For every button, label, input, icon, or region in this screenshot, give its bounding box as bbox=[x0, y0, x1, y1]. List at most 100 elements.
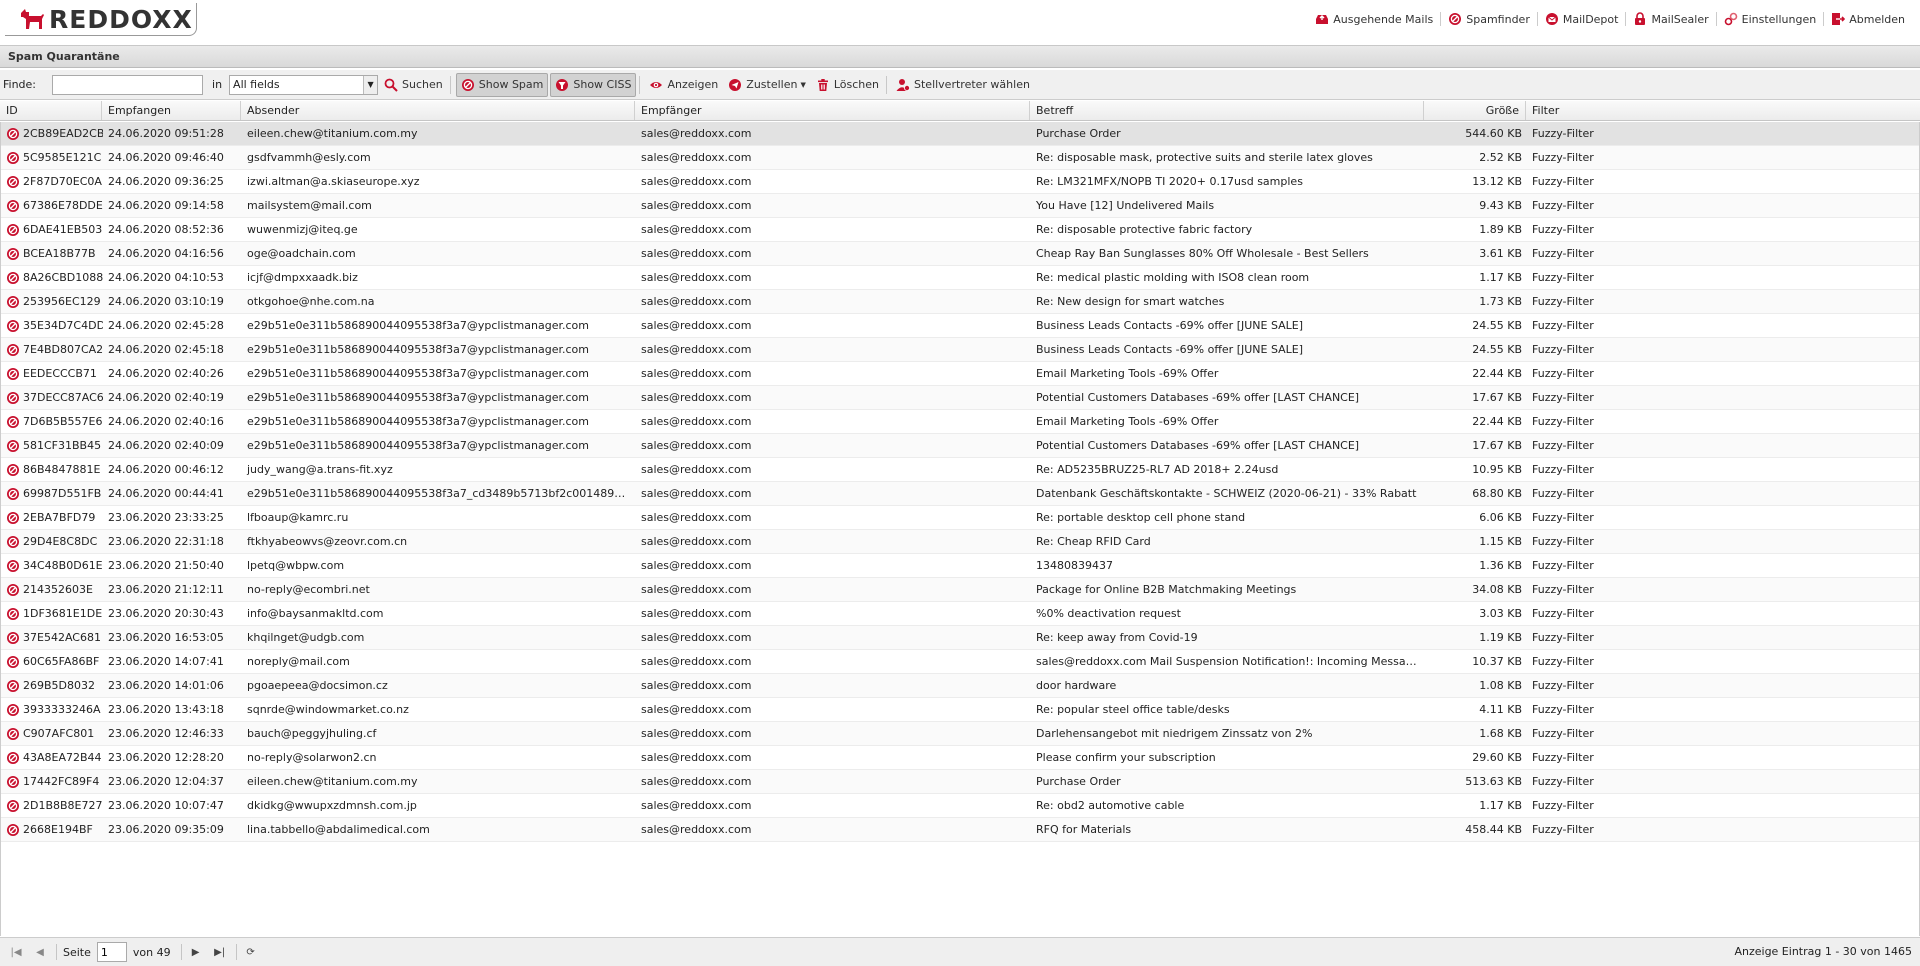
table-row[interactable]: 2CB89EAD2CB 24.06.2020 09:51:28 eileen.che… bbox=[1, 122, 1919, 146]
sender-cell: dkidkg@wwupxzdmnsh.com.jp bbox=[247, 799, 417, 812]
column-header-id[interactable]: ID bbox=[0, 101, 102, 120]
table-row[interactable]: 253956EC129 24.06.2020 03:10:19 otkgohoe@n… bbox=[1, 290, 1919, 314]
table-row[interactable]: BCEA18B77B 24.06.2020 04:16:56 oge@oadchai… bbox=[1, 242, 1919, 266]
view-button[interactable]: Anzeigen bbox=[645, 73, 722, 97]
sender-cell: e29b51e0e311b586890044095538f3a7_cd3489b… bbox=[247, 487, 636, 500]
subject-cell: Re: popular steel office table/desks bbox=[1036, 703, 1230, 716]
filter-cell: Fuzzy-Filter bbox=[1532, 439, 1594, 452]
table-row[interactable]: 67386E78DDE 24.06.2020 09:14:58 mailsystem… bbox=[1, 194, 1919, 218]
search-button[interactable]: Suchen bbox=[380, 73, 447, 97]
chevron-down-icon[interactable]: ▼ bbox=[363, 75, 378, 94]
table-row[interactable]: 2EBA7BFD79 23.06.2020 23:33:25 lfboaup@kam… bbox=[1, 506, 1919, 530]
table-row[interactable]: 43A8EA72B44 23.06.2020 12:28:20 no-reply@s… bbox=[1, 746, 1919, 770]
table-row[interactable]: 17442FC89F4 23.06.2020 12:04:37 eileen.che… bbox=[1, 770, 1919, 794]
field-select[interactable]: All fields ▼ bbox=[229, 74, 379, 95]
sender-cell: wuwenmizj@iteq.ge bbox=[247, 223, 358, 236]
table-row[interactable]: 2668E194BF 23.06.2020 09:35:09 lina.tabbel… bbox=[1, 818, 1919, 842]
table-row[interactable]: 69987D551FB 24.06.2020 00:44:41 e29b51e0e3… bbox=[1, 482, 1919, 506]
table-row[interactable]: 7E4BD807CA2 24.06.2020 02:45:18 e29b51e0e3… bbox=[1, 338, 1919, 362]
nav-outgoing-mails[interactable]: Ausgehende Mails bbox=[1308, 12, 1440, 26]
deliver-button[interactable]: Zustellen ▼ bbox=[724, 73, 810, 97]
table-row[interactable]: 86B4847881E 24.06.2020 00:46:12 judy_wang@… bbox=[1, 458, 1919, 482]
first-page-icon[interactable]: |◀ bbox=[8, 944, 24, 960]
column-header-recipient[interactable]: Empfänger bbox=[635, 101, 1030, 120]
message-id-text: 2D1B8B8E727 bbox=[23, 799, 103, 812]
spam-icon bbox=[7, 463, 19, 476]
table-row[interactable]: 34C48B0D61E 23.06.2020 21:50:40 lpetq@wbpw… bbox=[1, 554, 1919, 578]
previous-page-icon[interactable]: ◀ bbox=[32, 944, 48, 960]
size-cell: 22.44 KB bbox=[1472, 367, 1522, 380]
user-icon bbox=[896, 78, 910, 91]
nav-spamfinder[interactable]: Spamfinder bbox=[1441, 12, 1537, 26]
column-header-received[interactable]: Empfangen bbox=[102, 101, 241, 120]
column-header-filter[interactable]: Filter bbox=[1526, 101, 1920, 120]
sender-cell: e29b51e0e311b586890044095538f3a7@ypclist… bbox=[247, 415, 589, 428]
spam-icon bbox=[7, 151, 19, 164]
choose-deputy-button[interactable]: Stellvertreter wählen bbox=[892, 73, 1034, 97]
table-row[interactable]: C907AFC801 23.06.2020 12:46:33 bauch@peggy… bbox=[1, 722, 1919, 746]
column-header-size[interactable]: Größe bbox=[1424, 101, 1526, 120]
received-date-cell: 24.06.2020 02:40:19 bbox=[108, 391, 224, 404]
message-id-text: 17442FC89F4 bbox=[23, 775, 100, 788]
recipient-cell: sales@reddoxx.com bbox=[641, 247, 752, 260]
delete-button[interactable]: Löschen bbox=[812, 73, 883, 97]
message-id-cell: 6DAE41EB503 bbox=[1, 223, 103, 237]
column-header-sender[interactable]: Absender bbox=[241, 101, 635, 120]
table-row[interactable]: 214352603E 23.06.2020 21:12:11 no-reply@ec… bbox=[1, 578, 1919, 602]
table-row[interactable]: 581CF31BB45 24.06.2020 02:40:09 e29b51e0e3… bbox=[1, 434, 1919, 458]
filter-cell: Fuzzy-Filter bbox=[1532, 247, 1594, 260]
nav-logout[interactable]: Abmelden bbox=[1824, 12, 1912, 26]
show-spam-toggle[interactable]: Show Spam bbox=[455, 72, 549, 97]
table-row[interactable]: EEDECCCB71 24.06.2020 02:40:26 e29b51e0e31… bbox=[1, 362, 1919, 386]
table-row[interactable]: 269B5D8032 23.06.2020 14:01:06 pgoaepeea@d… bbox=[1, 674, 1919, 698]
message-id-cell: 214352603E bbox=[1, 583, 103, 597]
spam-icon bbox=[7, 751, 19, 764]
show-ciss-toggle[interactable]: Show CISS bbox=[550, 72, 637, 97]
table-row[interactable]: 60C65FA86BF 23.06.2020 14:07:41 noreply@ma… bbox=[1, 650, 1919, 674]
table-row[interactable]: 3933333246A 23.06.2020 13:43:18 sqnrde@win… bbox=[1, 698, 1919, 722]
table-row[interactable]: 37DECC87AC6 24.06.2020 02:40:19 e29b51e0e3… bbox=[1, 386, 1919, 410]
table-row[interactable]: 8A26CBD1088 24.06.2020 04:10:53 icjf@dmpxx… bbox=[1, 266, 1919, 290]
page-number-input[interactable] bbox=[96, 942, 127, 962]
refresh-icon[interactable]: ⟳ bbox=[243, 944, 259, 960]
table-row[interactable]: 5C9585E121C 24.06.2020 09:46:40 gsdfvammh@… bbox=[1, 146, 1919, 170]
recipient-cell: sales@reddoxx.com bbox=[641, 175, 752, 188]
table-row[interactable]: 7D6B5B557E6 24.06.2020 02:40:16 e29b51e0e3… bbox=[1, 410, 1919, 434]
spam-icon bbox=[7, 679, 19, 692]
nav-settings-label: Einstellungen bbox=[1741, 12, 1817, 26]
table-row[interactable]: 37E542AC681 23.06.2020 16:53:05 khqilnget@… bbox=[1, 626, 1919, 650]
nav-spamfinder-label: Spamfinder bbox=[1466, 12, 1530, 26]
sender-cell: e29b51e0e311b586890044095538f3a7@ypclist… bbox=[247, 439, 589, 452]
page-label: Seite bbox=[63, 945, 91, 959]
table-row[interactable]: 6DAE41EB503 24.06.2020 08:52:36 wuwenmizj@… bbox=[1, 218, 1919, 242]
table-row[interactable]: 2F87D70EC0A 24.06.2020 09:36:25 izwi.altma… bbox=[1, 170, 1919, 194]
recipient-cell: sales@reddoxx.com bbox=[641, 775, 752, 788]
table-row[interactable]: 2D1B8B8E727 23.06.2020 10:07:47 dkidkg@wwu… bbox=[1, 794, 1919, 818]
find-input[interactable] bbox=[52, 74, 204, 95]
message-id-cell: 8A26CBD1088 bbox=[1, 271, 103, 285]
message-id-text: BCEA18B77B bbox=[23, 247, 96, 260]
recipient-cell: sales@reddoxx.com bbox=[641, 751, 752, 764]
subject-cell: Potential Customers Databases -69% offer… bbox=[1036, 391, 1360, 404]
size-cell: 1.17 KB bbox=[1479, 271, 1522, 284]
nav-mailsealer[interactable]: MailSealer bbox=[1626, 12, 1715, 26]
filter-cell: Fuzzy-Filter bbox=[1532, 319, 1594, 332]
message-id-text: 7E4BD807CA2 bbox=[23, 343, 103, 356]
spam-icon bbox=[7, 439, 19, 452]
message-id-text: 37DECC87AC6 bbox=[23, 391, 103, 404]
table-row[interactable]: 1DF3681E1DE 23.06.2020 20:30:43 info@baysa… bbox=[1, 602, 1919, 626]
nav-settings[interactable]: Einstellungen bbox=[1717, 12, 1824, 26]
size-cell: 13.12 KB bbox=[1472, 175, 1522, 188]
message-id-cell: 34C48B0D61E bbox=[1, 559, 103, 573]
page-count-label: von 49 bbox=[132, 945, 171, 959]
next-page-icon[interactable]: ▶ bbox=[188, 944, 204, 960]
nav-maildepot[interactable]: MailDepot bbox=[1538, 12, 1626, 26]
dropdown-arrow-icon[interactable]: ▼ bbox=[800, 81, 805, 89]
table-row[interactable]: 35E34D7C4DD 24.06.2020 02:45:28 e29b51e0e3… bbox=[1, 314, 1919, 338]
received-date-cell: 24.06.2020 09:46:40 bbox=[108, 151, 224, 164]
table-row[interactable]: 29D4E8C8DC 23.06.2020 22:31:18 ftkhyabeowv… bbox=[1, 530, 1919, 554]
column-header-subject[interactable]: Betreff bbox=[1030, 101, 1424, 120]
reddoxx-logo[interactable]: REDDOXX bbox=[5, 3, 197, 36]
last-page-icon[interactable]: ▶| bbox=[212, 944, 228, 960]
recipient-cell: sales@reddoxx.com bbox=[641, 391, 752, 404]
